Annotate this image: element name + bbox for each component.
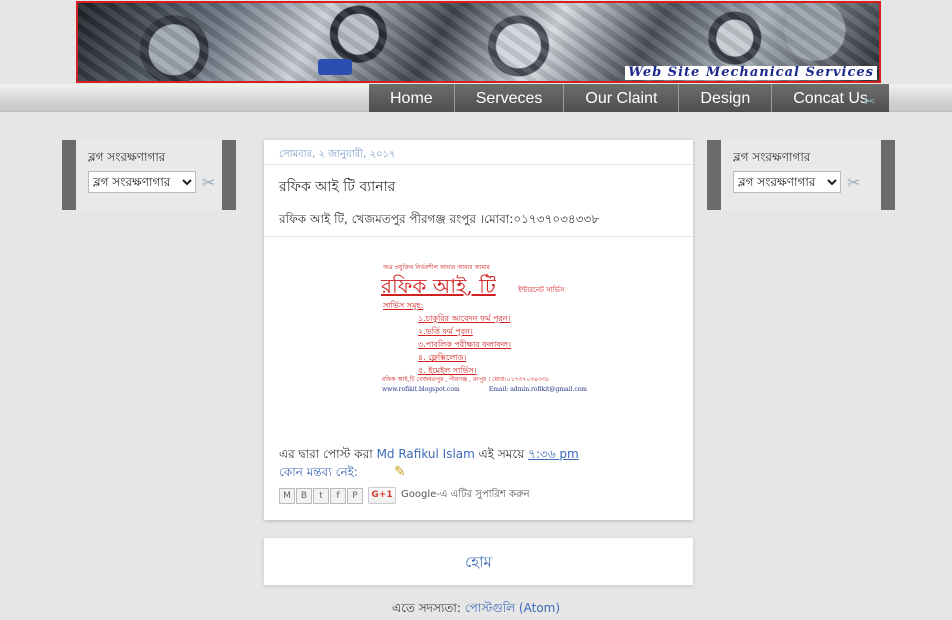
author-prefix: এর দ্বারা পোস্ট করা bbox=[279, 447, 373, 461]
service-item: ২.ভর্তি ফর্ম পূরন। bbox=[418, 327, 473, 336]
service-item: ১.চাকুরির আবেদন ফর্ম পূরন। bbox=[418, 314, 511, 323]
gplus-button[interactable]: G+1 bbox=[368, 487, 396, 504]
email-share-button[interactable]: M bbox=[279, 487, 295, 504]
widget-title: ব্লগ সংরক্ষণাগার bbox=[88, 150, 166, 164]
nav-our-claint[interactable]: Our Claint bbox=[563, 84, 678, 112]
left-archive-widget: ব্লগ সংরক্ষণাগার ব্লগ সংরক্ষণাগার ✂ bbox=[62, 140, 236, 210]
twitter-share-button[interactable]: t bbox=[313, 487, 329, 504]
post-title[interactable]: রফিক আই টি ব্যানার bbox=[264, 165, 693, 197]
post-time-link[interactable]: ৭:৩৬ pm bbox=[528, 447, 579, 461]
archive-select[interactable]: ব্লগ সংরক্ষণাগার bbox=[88, 171, 196, 193]
post-date: সোমবার, ২ জানুয়ারী, ২০১৭ bbox=[264, 140, 693, 165]
header-banner[interactable]: Web Site Mechanical Services bbox=[76, 1, 881, 83]
post-card: সোমবার, ২ জানুয়ারী, ২০১৭ রফিক আই টি ব্য… bbox=[264, 140, 693, 520]
banner-caption: Web Site Mechanical Services bbox=[625, 66, 877, 80]
archive-select[interactable]: ব্লগ সংরক্ষণাগার bbox=[733, 171, 841, 193]
comments-link[interactable]: কোন মন্তব্য নেই: bbox=[279, 464, 358, 484]
image-contact: www.rofikit.blogspot.com Email: admin.ro… bbox=[382, 386, 587, 393]
wrench-icon[interactable]: ✂ bbox=[864, 94, 880, 110]
subscribe-prefix: এতে সদস্যতা: bbox=[391, 601, 461, 615]
image-institute: ইন্টারনেট সার্ভিস bbox=[518, 286, 565, 294]
wrench-icon[interactable]: ✂ bbox=[202, 173, 215, 192]
nav-design[interactable]: Design bbox=[678, 84, 771, 112]
facebook-share-button[interactable]: f bbox=[330, 487, 346, 504]
author-link[interactable]: Md Rafikul Islam bbox=[377, 447, 475, 461]
atom-feed-link[interactable]: পোস্টগুলি (Atom) bbox=[465, 601, 560, 615]
post-banner-image[interactable]: অত্র প্রযুক্তির নির্ভরশীল আমার আমার আমার… bbox=[378, 260, 590, 398]
nav-home[interactable]: Home bbox=[369, 84, 454, 112]
home-link[interactable]: হোম bbox=[465, 553, 492, 571]
blog-share-button[interactable]: B bbox=[296, 487, 312, 504]
pinterest-share-button[interactable]: P bbox=[347, 487, 363, 504]
image-email: Email: admin.rofikit@gmail.com bbox=[488, 386, 587, 393]
image-services-list: ১.চাকুরির আবেদন ফর্ম পূরন। ২.ভর্তি ফর্ম … bbox=[418, 312, 511, 377]
banner-decoration bbox=[318, 59, 352, 75]
main-nav: Home Serveces Our Claint Design Concat U… bbox=[369, 84, 889, 112]
service-item: ৪. ফ্লেক্সিলোড। bbox=[418, 353, 467, 362]
image-footer: রফিক আই,টি খেজমতপুর , পীরগঞ্জ , রংপুর । … bbox=[382, 376, 550, 383]
service-item: ৩.পাবলিক পরীক্ষার ফলাফল। bbox=[418, 340, 511, 349]
post-body: রফিক আই টি, খেজমতপুর পীরগঞ্জ রংপুর ।মোবা… bbox=[264, 197, 693, 237]
widget-title: ব্লগ সংরক্ষণাগার bbox=[733, 150, 811, 164]
nav-serveces[interactable]: Serveces bbox=[453, 84, 564, 112]
subscribe-line: এতে সদস্যতা: পোস্টগুলি (Atom) bbox=[0, 600, 952, 620]
post-author-line: এর দ্বারা পোস্ট করা Md Rafikul Islam এই … bbox=[279, 446, 579, 466]
gplus-text: Google-এ এটির সুপারিশ করুন bbox=[401, 489, 530, 500]
wrench-icon[interactable]: ✂ bbox=[847, 173, 860, 192]
right-archive-widget: ব্লগ সংরক্ষণাগার ব্লগ সংরক্ষণাগার ✂ bbox=[707, 140, 895, 210]
time-prefix: এই সময়ে bbox=[478, 447, 525, 461]
pencil-icon[interactable]: ✎ bbox=[394, 464, 406, 480]
image-website: www.rofikit.blogspot.com bbox=[382, 386, 460, 393]
share-buttons: M B t f P G+1 Google-এ এটির সুপারিশ করুন bbox=[279, 487, 530, 504]
home-card: হোম bbox=[264, 538, 693, 585]
